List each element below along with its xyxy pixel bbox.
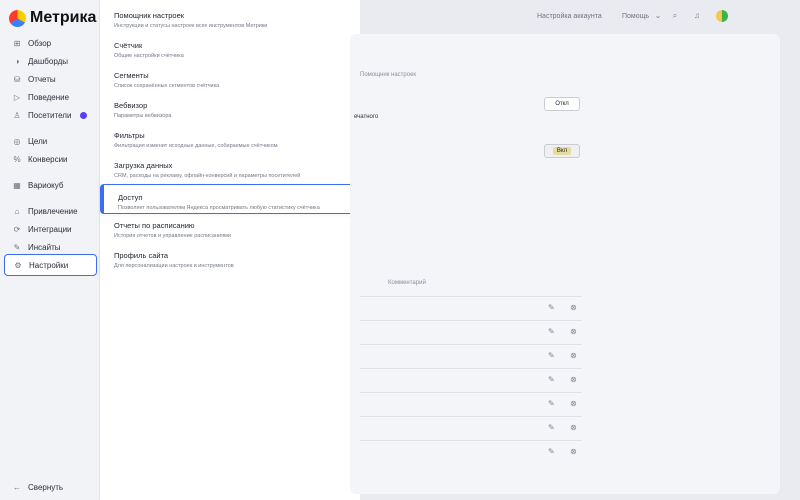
insight-icon: ✎ [13, 242, 21, 252]
toggle-on-button[interactable]: Вкл [544, 144, 580, 158]
sidebar: Метрика ⊞ Обзор ◑ Дашборды ⛁ Отчеты ▷ По… [0, 0, 100, 500]
menu-item-title: Профиль сайта [114, 251, 169, 260]
main-content: Настройка аккаунта Помощь ⌄ ⌕ ♫ Помощник… [350, 0, 800, 500]
toggle-on-label: Вкл [552, 147, 572, 155]
sidebar-item-visitors[interactable]: ♙ Посетители [4, 104, 97, 126]
sidebar-item-settings[interactable]: ⚙ Настройки [4, 254, 97, 276]
menu-item-subtitle: Общие настройки счётчика [114, 53, 184, 59]
avatar[interactable] [716, 10, 728, 22]
sidebar-item-label: Привлечение [28, 206, 78, 216]
breadcrumb[interactable]: Помощник настроек [360, 72, 416, 78]
sidebar-item-label: Интеграции [28, 224, 72, 234]
table-row-divider [360, 296, 582, 297]
menu-item-subtitle: Для персонализации настроек и инструмент… [114, 263, 234, 269]
sidebar-item-label: Отчеты [28, 74, 56, 84]
menu-item-subtitle: История отчетов и управление расписаниям… [114, 233, 231, 239]
table-row-divider [360, 344, 582, 345]
menu-item-data-upload[interactable]: Загрузка данных CRM, расходы на рекламу,… [100, 150, 360, 182]
menu-item-counter[interactable]: Счётчик Общие настройки счётчика [100, 30, 360, 62]
sidebar-item-label: Обзор [28, 38, 52, 48]
table-row-divider [360, 416, 582, 417]
arrow-left-icon: ← [13, 482, 21, 492]
menu-item-title: Вебвизор [114, 101, 148, 110]
menu-item-site-profile[interactable]: Профиль сайта Для персонализации настрое… [100, 240, 360, 272]
table-row-divider [360, 320, 582, 321]
metrika-logo-icon [9, 9, 26, 27]
target-icon: ◎ [13, 136, 21, 146]
menu-item-title: Фильтры [114, 131, 145, 140]
delete-icon[interactable]: ⊗ [570, 399, 577, 408]
bell-icon[interactable]: ♫ [692, 11, 702, 21]
menu-item-subtitle: Инструкции и статусы настроек всех инстр… [114, 23, 268, 29]
logo-text: Метрика [30, 9, 97, 26]
menu-item-webvisor[interactable]: Вебвизор Параметры вебвизора [100, 90, 360, 122]
sidebar-item-label: Конверсии [28, 154, 68, 164]
menu-item-setup-assistant[interactable]: Помощник настроек Инструкции и статусы н… [100, 0, 360, 32]
menu-item-title: Отчеты по расписанию [114, 221, 195, 230]
toggle-off-label: Откл [555, 101, 569, 107]
collapse-sidebar-button[interactable]: ← Свернуть [4, 476, 97, 498]
sidebar-item-label: Дашборды [28, 56, 68, 66]
edit-icon[interactable]: ✎ [548, 447, 555, 456]
delete-icon[interactable]: ⊗ [570, 423, 577, 432]
reports-icon: ⛁ [13, 74, 21, 84]
edit-icon[interactable]: ✎ [548, 399, 555, 408]
sidebar-item-label: Настройки [29, 260, 69, 270]
collapse-label: Свернуть [28, 482, 64, 492]
menu-item-subtitle: Параметры вебвизора [114, 113, 172, 119]
menu-item-scheduled-reports[interactable]: Отчеты по расписанию История отчетов и у… [100, 210, 360, 242]
edit-icon[interactable]: ✎ [548, 327, 555, 336]
delete-icon[interactable]: ⊗ [570, 327, 577, 336]
cube-icon: ▦ [13, 180, 21, 190]
gear-icon: ⚙ [14, 260, 22, 270]
sidebar-item-conversions[interactable]: % Конверсии [4, 148, 97, 170]
sidebar-item-label: Посетители [28, 110, 72, 120]
sidebar-item-label: Вариокуб [28, 180, 64, 190]
table-row-divider [360, 368, 582, 369]
user-icon: ♙ [13, 110, 21, 120]
delete-icon[interactable]: ⊗ [570, 351, 577, 360]
dashboard-icon: ◑ [14, 56, 20, 66]
metrika-logo[interactable]: Метрика [9, 8, 96, 28]
sidebar-item-label: Цели [28, 136, 48, 146]
menu-item-subtitle: CRM, расходы на рекламу, офлайн-конверси… [114, 173, 301, 179]
sidebar-item-variocube[interactable]: ▦ Вариокуб [4, 174, 97, 196]
table-row-divider [360, 440, 582, 441]
sidebar-item-label: Поведение [28, 92, 70, 102]
menu-item-filters[interactable]: Фильтры Фильтрация изменит исходные данн… [100, 120, 360, 152]
help-link[interactable]: Помощь [622, 13, 649, 20]
sidebar-item-label: Инсайты [28, 242, 61, 252]
menu-item-segments[interactable]: Сегменты Список сохранённых сегментов сч… [100, 60, 360, 92]
menu-item-title: Помощник настроек [114, 11, 185, 20]
chevron-down-icon: ⌄ [654, 11, 662, 20]
setting-fragment-text: ечатного [354, 114, 379, 120]
column-header-comment: Комментарий [388, 280, 426, 286]
delete-icon[interactable]: ⊗ [570, 447, 577, 456]
attraction-icon: ⌂ [14, 206, 20, 216]
grid-icon: ⊞ [13, 38, 21, 48]
play-icon: ▷ [13, 92, 21, 102]
table-row-divider [360, 392, 582, 393]
delete-icon[interactable]: ⊗ [570, 303, 577, 312]
account-settings-link[interactable]: Настройка аккаунта [537, 13, 602, 20]
menu-item-title: Счётчик [114, 41, 143, 50]
new-badge-dot [80, 111, 87, 119]
percent-icon: % [13, 154, 21, 164]
menu-item-subtitle: Список сохранённых сегментов счётчика [114, 83, 220, 89]
edit-icon[interactable]: ✎ [548, 303, 555, 312]
edit-icon[interactable]: ✎ [548, 351, 555, 360]
delete-icon[interactable]: ⊗ [570, 375, 577, 384]
menu-item-title: Сегменты [114, 71, 149, 80]
search-icon[interactable]: ⌕ [670, 11, 680, 21]
integration-icon: ⟳ [13, 224, 21, 234]
menu-item-title: Загрузка данных [114, 161, 173, 170]
toggle-off-button[interactable]: Откл [544, 97, 580, 111]
edit-icon[interactable]: ✎ [548, 375, 555, 384]
topbar: Настройка аккаунта Помощь ⌄ ⌕ ♫ [360, 0, 800, 34]
edit-icon[interactable]: ✎ [548, 423, 555, 432]
menu-item-title: Доступ [118, 193, 143, 202]
menu-item-subtitle: Фильтрация изменит исходные данные, соби… [114, 143, 278, 149]
settings-menu-panel: Помощник настроек Инструкции и статусы н… [100, 0, 360, 500]
